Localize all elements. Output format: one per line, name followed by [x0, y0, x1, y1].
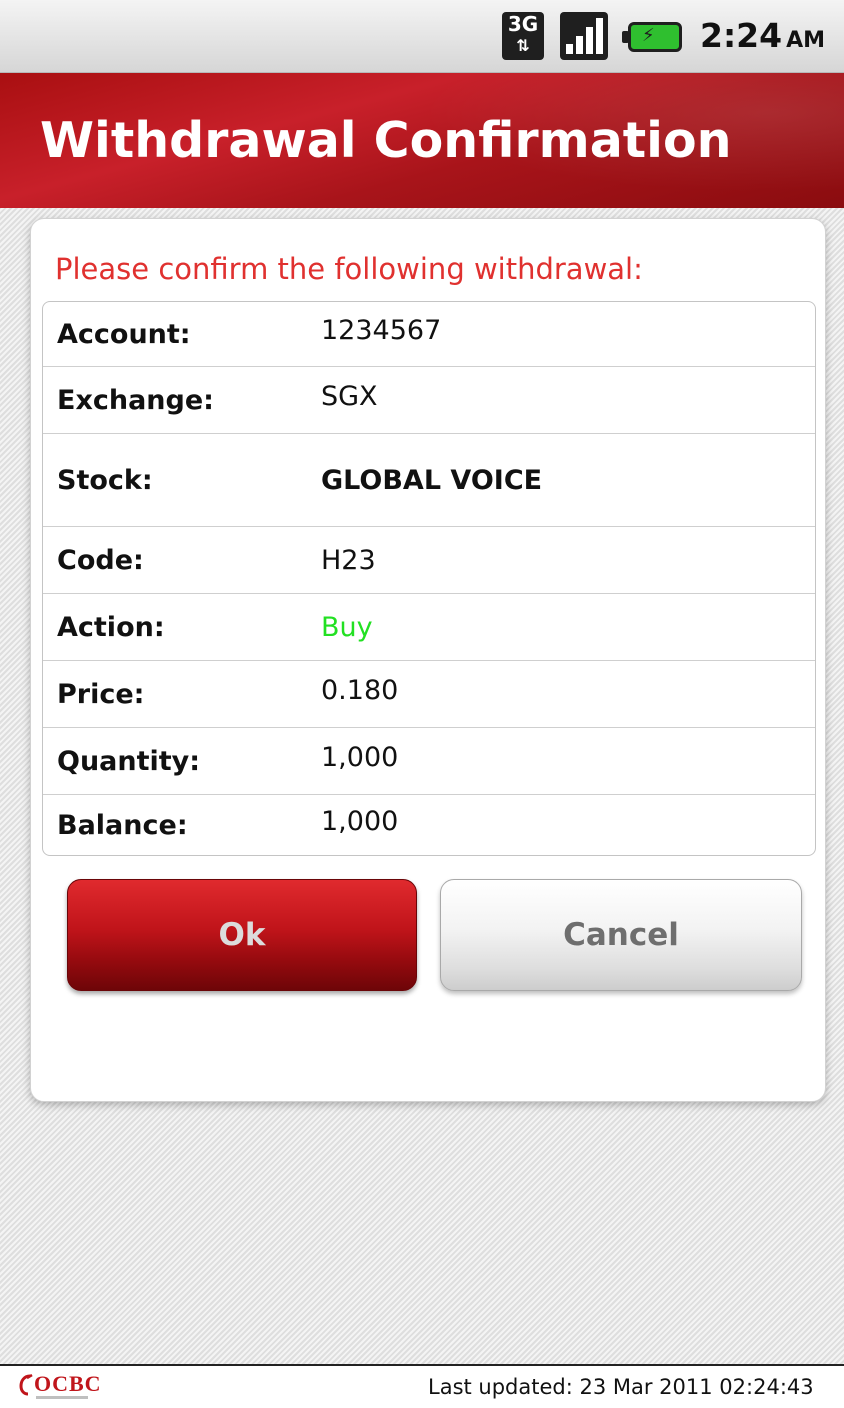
- stock-label: Stock:: [57, 464, 153, 496]
- signal-bar: [566, 44, 573, 54]
- balance-label: Balance:: [57, 809, 188, 841]
- signal-strength-icon: [560, 12, 608, 60]
- account-label: Account:: [57, 318, 191, 350]
- detail-row-action: Action: Buy: [43, 594, 815, 661]
- page-title: Withdrawal Confirmation: [40, 112, 732, 169]
- clock: 2:24 AM: [700, 16, 825, 56]
- detail-row-code: Code: H23: [43, 527, 815, 594]
- detail-row-quantity: Quantity: 1,000: [43, 728, 815, 795]
- footer: OCBC Last updated: 23 Mar 2011 02:24:43: [0, 1364, 844, 1408]
- exchange-label: Exchange:: [57, 384, 214, 416]
- detail-row-balance: Balance: 1,000: [43, 795, 815, 855]
- signal-bar: [576, 36, 583, 54]
- detail-row-stock: Stock: GLOBAL VOICE: [43, 434, 815, 527]
- ok-button[interactable]: Ok: [67, 879, 417, 991]
- confirmation-prompt: Please confirm the following withdrawal:: [55, 252, 643, 286]
- withdrawal-details-table: Account: 1234567 Exchange: SGX Stock: GL…: [42, 301, 816, 856]
- balance-value: 1,000: [321, 805, 399, 837]
- action-label: Action:: [57, 611, 165, 643]
- detail-row-account: Account: 1234567: [43, 302, 815, 367]
- stock-value: GLOBAL VOICE: [321, 464, 543, 496]
- ocbc-logo-tagline: [36, 1396, 88, 1399]
- price-value: 0.180: [321, 674, 399, 706]
- signal-bar: [596, 18, 603, 54]
- ocbc-logo-text: OCBC: [34, 1371, 102, 1396]
- action-value: Buy: [321, 611, 373, 643]
- status-bar: 3G ⇅ ⚡ 2:24 AM: [0, 0, 844, 73]
- ocbc-logo: OCBC: [18, 1370, 108, 1406]
- charging-bolt-icon: ⚡: [642, 25, 655, 46]
- code-value: H23: [321, 544, 376, 576]
- battery-charging-icon: ⚡: [622, 22, 682, 52]
- clock-time: 2:24: [700, 16, 783, 55]
- detail-row-exchange: Exchange: SGX: [43, 367, 815, 434]
- cancel-button[interactable]: Cancel: [440, 879, 802, 991]
- last-updated-text: Last updated: 23 Mar 2011 02:24:43: [428, 1375, 814, 1399]
- account-value: 1234567: [321, 314, 442, 346]
- ocbc-logo-mark-icon: [19, 1374, 33, 1396]
- 3g-data-icon: 3G ⇅: [502, 12, 544, 60]
- data-arrows-icon: ⇅: [516, 36, 530, 55]
- code-label: Code:: [57, 544, 144, 576]
- network-type-label: 3G: [507, 12, 539, 36]
- title-bar: Withdrawal Confirmation: [0, 73, 844, 208]
- quantity-label: Quantity:: [57, 745, 201, 777]
- clock-ampm: AM: [786, 28, 826, 53]
- detail-row-price: Price: 0.180: [43, 661, 815, 728]
- battery-body: [628, 22, 682, 52]
- confirmation-dialog: Please confirm the following withdrawal:…: [30, 218, 826, 1102]
- price-label: Price:: [57, 678, 145, 710]
- signal-bar: [586, 27, 593, 54]
- exchange-value: SGX: [321, 380, 378, 412]
- quantity-value: 1,000: [321, 741, 399, 773]
